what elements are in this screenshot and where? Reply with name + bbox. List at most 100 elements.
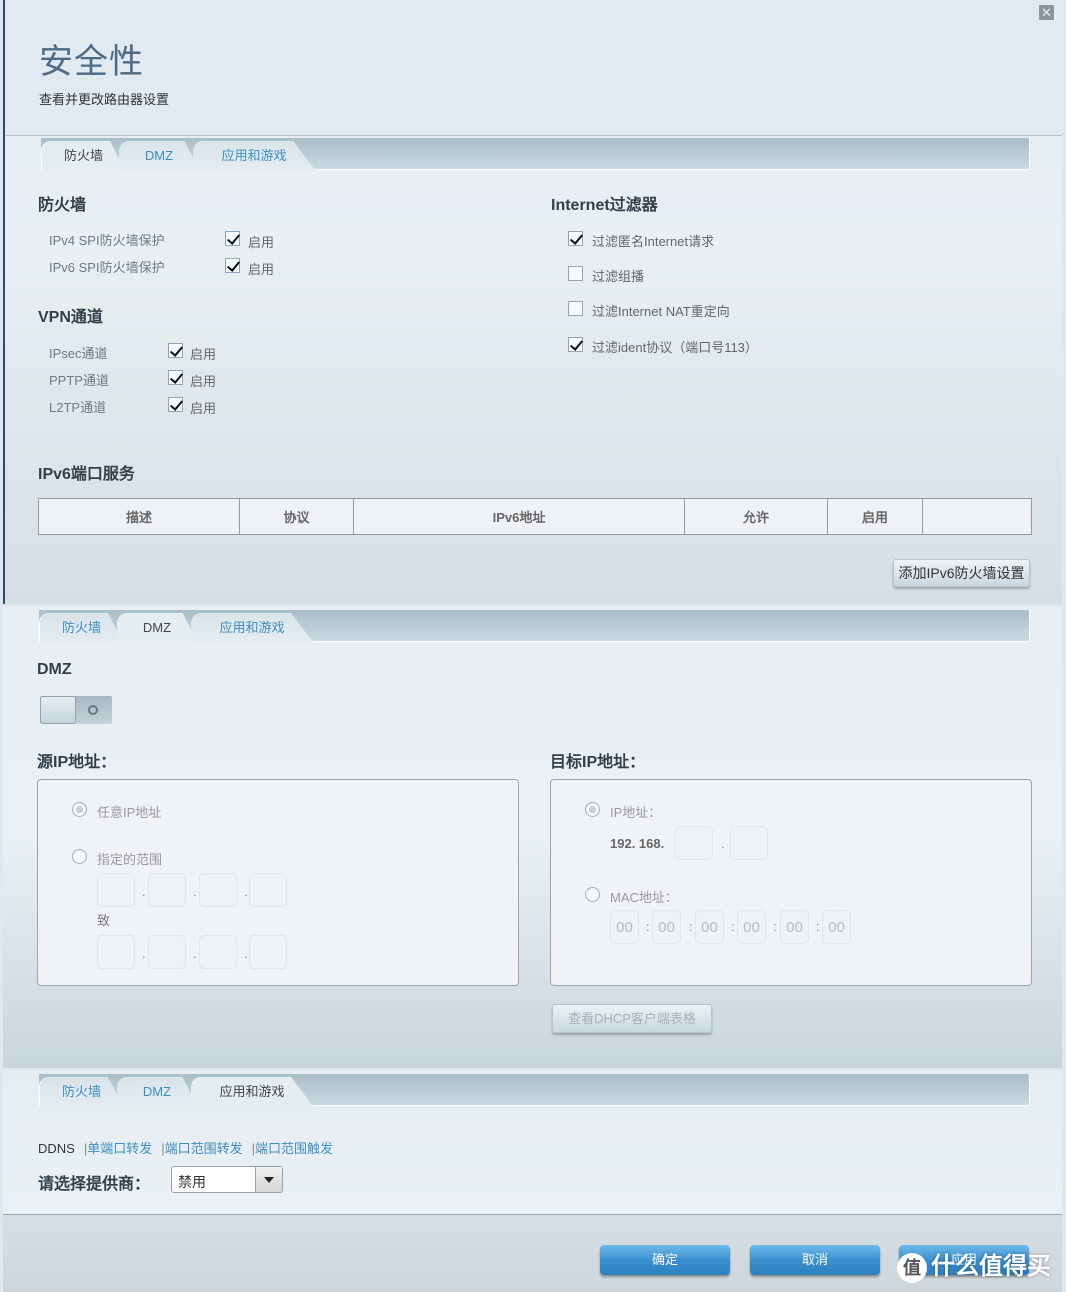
tab-dmz[interactable]: DMZ (117, 1077, 197, 1106)
col-protocol: 协议 (239, 498, 354, 535)
range-radio[interactable] (72, 849, 87, 864)
pptp-label: PPTP通道 (49, 373, 109, 388)
filter-anonymous-label: 过滤匿名Internet请求 (592, 234, 715, 249)
page-header: 安全性 查看并更改路由器设置 ✕ (5, 0, 1062, 136)
close-icon[interactable]: ✕ (1039, 5, 1054, 20)
col-description: 描述 (38, 498, 240, 535)
colon-separator: : (816, 919, 820, 934)
view-dhcp-clients-button[interactable]: 查看DHCP客户端表格 (552, 1004, 712, 1033)
dmz-panel: 防火墙 DMZ 应用和游戏 DMZ 源IP地址： 任意IP地址 指定的范围 . … (3, 606, 1062, 1068)
tab-bar: 防火墙 DMZ 应用和游戏 (39, 1074, 1030, 1106)
watermark-text: 什么值得买 (931, 1253, 1051, 1280)
pptp-checkbox[interactable] (168, 370, 183, 385)
tab-apps-games[interactable]: 应用和游戏 (191, 613, 313, 642)
l2tp-label: L2TP通道 (49, 400, 107, 415)
ipv4-spi-checkbox[interactable] (225, 231, 240, 246)
dot-separator: . (142, 946, 146, 961)
cancel-button[interactable]: 取消 (750, 1245, 880, 1275)
mac-field-4[interactable]: 00 (737, 910, 766, 944)
source-ip-box: 任意IP地址 指定的范围 . . . 致 . . . (37, 779, 519, 986)
ipv4-spi-label: IPv4 SPI防火墙保护 (49, 233, 165, 248)
dest-ip-box: IP地址： 192. 168. . MAC地址： 00 : 00 : 00 : … (550, 779, 1032, 986)
vpn-section-title: VPN通道 (38, 309, 103, 326)
colon-separator: : (731, 919, 735, 934)
subnav-single-port-forwarding[interactable]: 单端口转发 (87, 1141, 152, 1156)
tab-dmz[interactable]: DMZ (117, 613, 197, 642)
provider-value: 禁用 (178, 1174, 206, 1190)
source-ip-title: 源IP地址： (37, 754, 117, 771)
dest-ip-octet-4[interactable] (730, 826, 768, 860)
col-ipv6-address: IPv6地址 (353, 498, 685, 535)
ipv4-spi-enable-label: 启用 (248, 235, 275, 250)
tab-dmz[interactable]: DMZ (119, 141, 199, 170)
col-actions (922, 498, 1032, 535)
ipv6-spi-enable-label: 启用 (248, 262, 275, 277)
colon-separator: : (689, 919, 693, 934)
range-end-octet-4[interactable] (249, 935, 287, 969)
ipsec-checkbox[interactable] (168, 343, 183, 358)
firewall-panel: 安全性 查看并更改路由器设置 ✕ 防火墙 DMZ 应用和游戏 防火墙 IPv4 … (3, 0, 1062, 604)
mac-radio[interactable] (585, 887, 600, 902)
mac-field-5[interactable]: 00 (780, 910, 809, 944)
range-end-octet-3[interactable] (199, 935, 237, 969)
ipv6-services-title: IPv6端口服务 (38, 466, 135, 483)
range-start-octet-1[interactable] (97, 873, 135, 907)
tab-apps-games[interactable]: 应用和游戏 (191, 1077, 313, 1106)
mac-field-2[interactable]: 00 (652, 910, 681, 944)
firewall-section-title: 防火墙 (38, 197, 87, 214)
filter-multicast-checkbox[interactable] (568, 266, 583, 281)
range-start-octet-2[interactable] (148, 873, 186, 907)
tab-firewall[interactable]: 防火墙 (39, 613, 123, 642)
filter-anonymous-checkbox[interactable] (568, 231, 583, 246)
tab-bar: 防火墙 DMZ 应用和游戏 (41, 138, 1030, 170)
provider-label: 请选择提供商： (38, 1176, 151, 1193)
range-start-octet-4[interactable] (249, 873, 287, 907)
watermark-badge-icon: 值 (897, 1252, 927, 1283)
mac-field-1[interactable]: 00 (610, 910, 639, 944)
dest-ip-radio[interactable] (585, 802, 600, 817)
tab-firewall[interactable]: 防火墙 (39, 1077, 123, 1106)
tab-apps-games[interactable]: 应用和游戏 (193, 141, 315, 170)
dest-ip-label: IP地址： (610, 805, 662, 820)
page-subtitle: 查看并更改路由器设置 (39, 92, 170, 107)
internet-filter-title: Internet过滤器 (551, 197, 658, 214)
ipv6-spi-label: IPv6 SPI防火墙保护 (49, 260, 165, 275)
subnav-port-range-forwarding[interactable]: 端口范围转发 (165, 1141, 243, 1156)
ipv6-spi-checkbox[interactable] (225, 258, 240, 273)
ipv6-services-table: 描述 协议 IPv6地址 允许 启用 (38, 498, 1032, 535)
filter-multicast-label: 过滤组播 (592, 269, 645, 284)
subnav-ddns[interactable]: DDNS (38, 1141, 75, 1156)
colon-separator: : (646, 919, 650, 934)
chevron-down-icon[interactable] (255, 1167, 282, 1192)
table-header-row: 描述 协议 IPv6地址 允许 启用 (38, 498, 1032, 535)
filter-ident-checkbox[interactable] (568, 337, 583, 352)
filter-nat-redirect-checkbox[interactable] (568, 301, 583, 316)
l2tp-checkbox[interactable] (168, 397, 183, 412)
ok-button[interactable]: 确定 (600, 1245, 730, 1275)
l2tp-enable-label: 启用 (190, 401, 217, 416)
pptp-enable-label: 启用 (190, 374, 217, 389)
colon-separator: : (773, 919, 777, 934)
subnav-port-range-triggering[interactable]: 端口范围触发 (255, 1141, 333, 1156)
dmz-toggle[interactable] (40, 696, 112, 724)
filter-nat-redirect-label: 过滤Internet NAT重定向 (592, 304, 730, 319)
ipsec-label: IPsec通道 (49, 346, 108, 361)
dot-separator: . (142, 884, 146, 899)
any-ip-label: 任意IP地址 (97, 805, 162, 820)
mac-field-3[interactable]: 00 (695, 910, 724, 944)
provider-select[interactable]: 禁用 (171, 1166, 283, 1193)
toggle-knob (40, 696, 76, 724)
dest-ip-octet-3[interactable] (675, 826, 713, 860)
range-end-octet-2[interactable] (148, 935, 186, 969)
col-enable: 启用 (827, 498, 923, 535)
range-end-octet-1[interactable] (97, 935, 135, 969)
dot-separator: . (721, 836, 725, 851)
dot-separator: . (193, 946, 197, 961)
add-ipv6-firewall-button[interactable]: 添加IPv6防火墙设置 (893, 559, 1030, 587)
tab-firewall[interactable]: 防火墙 (41, 141, 125, 170)
any-ip-radio[interactable] (72, 802, 87, 817)
apps-subnav: DDNS |单端口转发 |端口范围转发 |端口范围触发 (38, 1138, 333, 1157)
range-start-octet-3[interactable] (199, 873, 237, 907)
mac-field-6[interactable]: 00 (822, 910, 851, 944)
toggle-off-icon (88, 705, 98, 715)
